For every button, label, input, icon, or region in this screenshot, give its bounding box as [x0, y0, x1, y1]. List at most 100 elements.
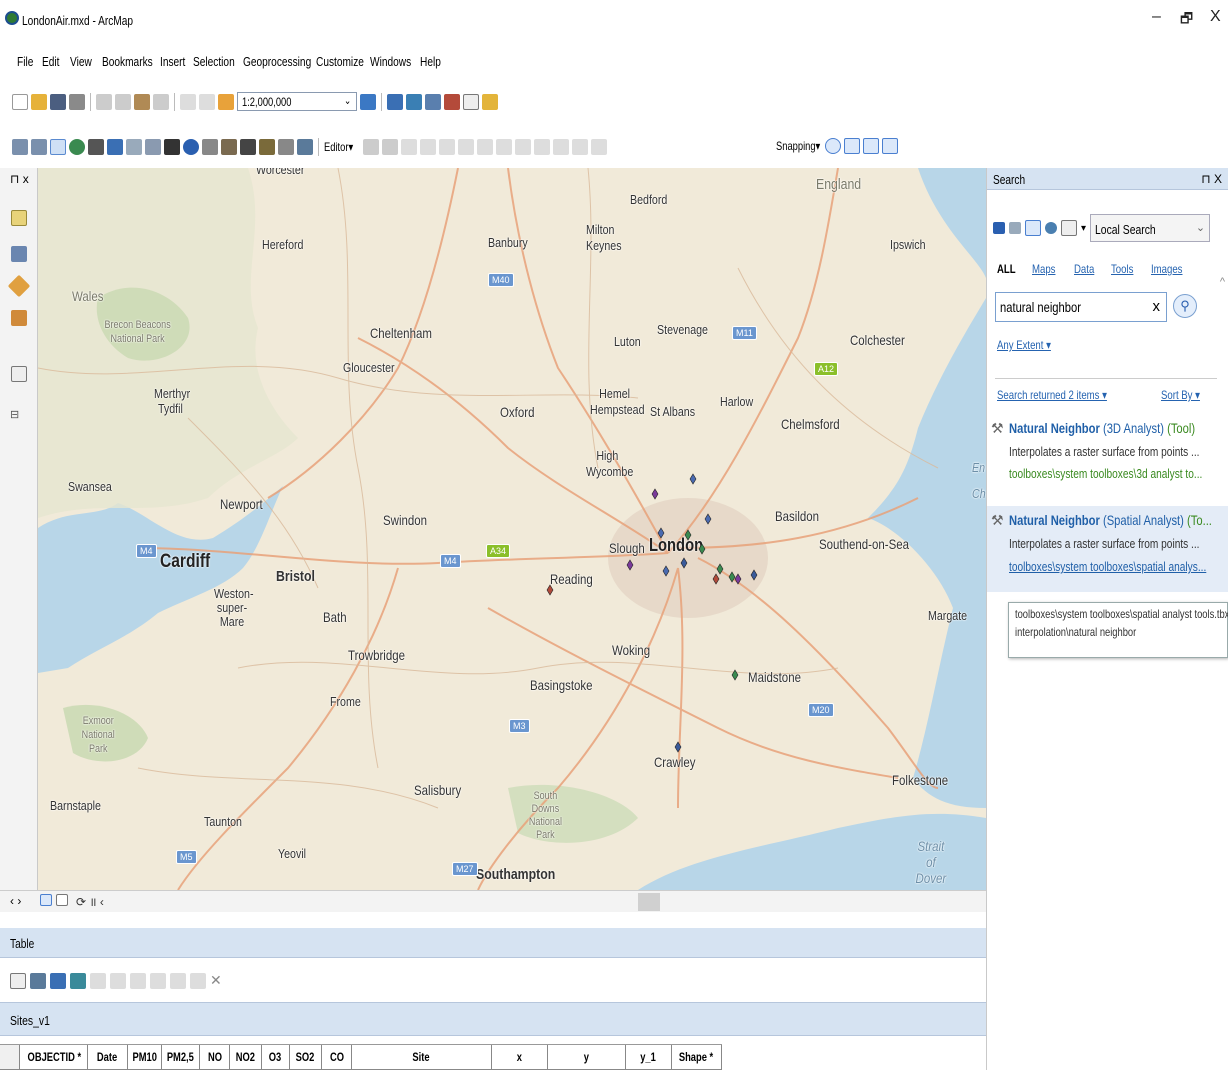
options-dropdown-arrow-icon[interactable]: ▾	[1081, 223, 1086, 234]
edge-snapping-icon[interactable]	[882, 138, 898, 154]
save-icon[interactable]	[50, 93, 66, 110]
column-header[interactable]: NO2	[230, 1045, 262, 1070]
create-features-icon[interactable]	[591, 139, 607, 155]
column-header[interactable]: Site	[352, 1045, 492, 1070]
snapping-menu[interactable]: Snapping▾	[776, 139, 820, 153]
map-view[interactable]: Worcester Bedford England Hereford Banbu…	[38, 168, 986, 890]
close-table-icon[interactable]: ✕	[210, 972, 222, 989]
monitoring-sites-layer[interactable]	[38, 168, 986, 890]
column-header[interactable]: CO	[322, 1045, 352, 1070]
clear-search-icon[interactable]: x	[1153, 298, 1161, 315]
copy-icon[interactable]	[115, 93, 131, 110]
editor-menu[interactable]: Editor▾	[324, 140, 353, 154]
column-header[interactable]: OBJECTID *	[20, 1045, 88, 1070]
modelbuilder-icon[interactable]	[482, 93, 498, 110]
redo-icon[interactable]	[199, 93, 215, 110]
refresh-icon[interactable]: ⟳ ॥ ‹	[76, 893, 104, 910]
paste-records-icon[interactable]	[170, 972, 186, 989]
list-by-selection-icon[interactable]	[11, 310, 27, 326]
maximize-button[interactable]: 🗗	[1180, 8, 1193, 32]
column-header[interactable]: O3	[262, 1045, 290, 1070]
filter-tools[interactable]: Tools	[1111, 262, 1133, 276]
refresh-search-icon[interactable]	[1045, 222, 1057, 234]
go-to-xy-icon[interactable]	[259, 139, 275, 155]
attributes-icon[interactable]	[553, 139, 569, 155]
search-result-item-selected[interactable]: ⚒ Natural Neighbor (Spatial Analyst) (To…	[987, 506, 1228, 592]
print-icon[interactable]	[69, 93, 85, 110]
select-by-attributes-icon[interactable]	[50, 972, 66, 989]
options-icon[interactable]	[11, 366, 27, 382]
menu-geoprocessing[interactable]: Geoprocessing	[243, 54, 311, 69]
search-input[interactable]: natural neighbor x	[995, 292, 1167, 322]
undo-icon[interactable]	[180, 93, 196, 110]
hyperlink-icon[interactable]	[202, 139, 218, 155]
result-name[interactable]: Natural Neighbor	[1009, 512, 1100, 528]
find-icon[interactable]	[240, 139, 256, 155]
search-go-icon[interactable]: ⚲	[1173, 294, 1197, 318]
point-icon[interactable]	[439, 139, 455, 155]
search-location-dropdown[interactable]: Local Search ⌄	[1090, 214, 1211, 242]
forward-arrow-icon[interactable]	[1009, 222, 1021, 234]
result-path[interactable]: toolboxes\system toolboxes\3d analyst to…	[1009, 466, 1202, 481]
column-header[interactable]: Shape *	[672, 1045, 722, 1070]
viewer-icon[interactable]	[297, 139, 313, 155]
search-pin-close[interactable]: ⊓ X	[1201, 172, 1222, 186]
close-button[interactable]: X	[1210, 8, 1221, 26]
menu-view[interactable]: View	[70, 54, 92, 69]
delete-icon[interactable]	[153, 93, 169, 110]
cut-polygons-icon[interactable]	[496, 139, 512, 155]
panel-scroll-up-icon[interactable]: ^	[1220, 276, 1225, 288]
fixed-zoom-icon[interactable]	[88, 139, 104, 155]
list-by-source-icon[interactable]	[11, 246, 27, 262]
python-window-icon[interactable]	[463, 93, 479, 110]
time-slider-icon[interactable]	[278, 139, 294, 155]
menu-customize[interactable]: Customize	[316, 54, 364, 69]
filter-data[interactable]: Data	[1074, 262, 1094, 276]
paste-icon[interactable]	[134, 93, 150, 110]
column-header[interactable]: NO	[200, 1045, 230, 1070]
search-options-icon[interactable]	[1061, 220, 1077, 236]
result-path[interactable]: toolboxes\system toolboxes\spatial analy…	[1009, 559, 1206, 574]
vertex-snapping-icon[interactable]	[863, 138, 879, 154]
end-snapping-icon[interactable]	[844, 138, 860, 154]
menu-help[interactable]: Help	[420, 54, 441, 69]
filter-maps[interactable]: Maps	[1032, 262, 1055, 276]
filter-images[interactable]: Images	[1151, 262, 1182, 276]
zoom-in-icon[interactable]	[12, 139, 28, 155]
menu-edit[interactable]: Edit	[42, 54, 59, 69]
menu-insert[interactable]: Insert	[160, 54, 185, 69]
layers-tree-icon[interactable]: ⊟	[10, 408, 19, 421]
column-header[interactable]: y_1	[626, 1045, 672, 1070]
measure-icon[interactable]	[221, 139, 237, 155]
search-window-icon[interactable]	[425, 93, 441, 110]
point-snapping-icon[interactable]	[825, 138, 841, 154]
back-icon[interactable]	[107, 139, 123, 155]
extent-filter[interactable]: Any Extent ▾	[997, 338, 1064, 352]
new-document-icon[interactable]	[12, 93, 28, 110]
zoom-out-icon[interactable]	[31, 139, 47, 155]
clear-selection-icon[interactable]	[90, 972, 106, 989]
menu-selection[interactable]: Selection	[193, 54, 235, 69]
add-data-icon[interactable]	[218, 93, 234, 110]
forward-icon[interactable]	[126, 139, 142, 155]
row-selector-header[interactable]	[0, 1045, 20, 1070]
column-header[interactable]: y	[548, 1045, 626, 1070]
full-extent-icon[interactable]	[69, 139, 85, 155]
zoom-to-selected-icon[interactable]	[110, 972, 126, 989]
sort-by-menu[interactable]: Sort By ▾	[1161, 388, 1210, 402]
switch-selection-icon[interactable]	[70, 972, 86, 989]
column-header[interactable]: SO2	[290, 1045, 322, 1070]
map-scale-combobox[interactable]: 1:2,000,000 ⌄	[237, 92, 357, 111]
toc-pin-close[interactable]: ⊓ x	[10, 172, 29, 186]
copy-records-icon[interactable]	[150, 972, 166, 989]
result-name[interactable]: Natural Neighbor	[1009, 420, 1100, 436]
catalog-window-icon[interactable]	[406, 93, 422, 110]
pan-icon[interactable]	[50, 139, 66, 155]
reshape-icon[interactable]	[477, 139, 493, 155]
results-count[interactable]: Search returned 2 items ▾	[997, 388, 1134, 402]
horizontal-scrollbar-thumb[interactable]	[638, 893, 660, 911]
filter-all[interactable]: ALL	[997, 262, 1016, 276]
column-header[interactable]: PM10	[128, 1045, 162, 1070]
list-by-visibility-icon[interactable]	[7, 274, 31, 298]
delete-selected-icon[interactable]	[130, 972, 146, 989]
